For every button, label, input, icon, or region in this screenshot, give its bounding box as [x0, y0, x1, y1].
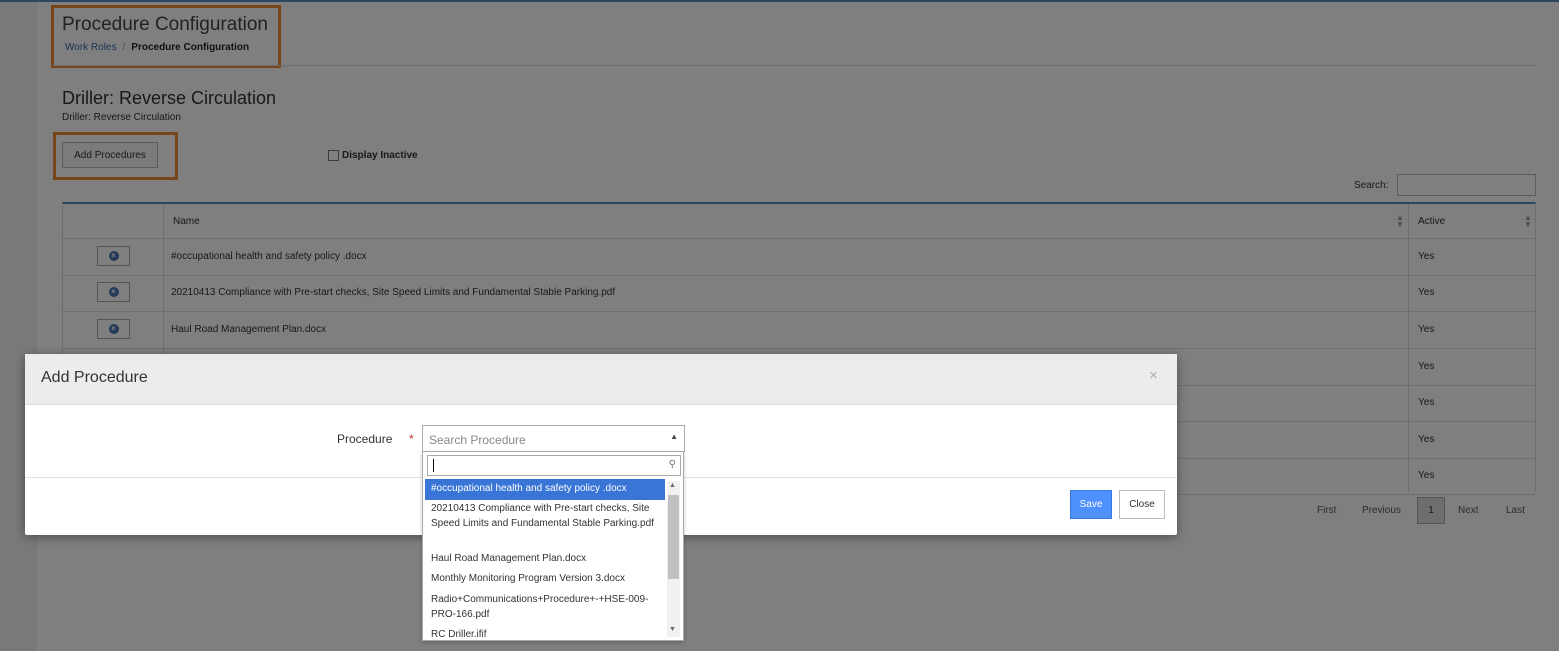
procedure-select-placeholder: Search Procedure [429, 433, 526, 447]
modal-backdrop[interactable] [0, 0, 1559, 651]
save-button[interactable]: Save [1070, 490, 1112, 519]
procedure-select[interactable]: Search Procedure ▲ [422, 425, 685, 452]
close-icon[interactable]: × [1149, 367, 1158, 384]
dropdown-option[interactable]: #occupational health and safety policy .… [425, 479, 665, 500]
text-cursor [433, 459, 434, 472]
dropdown-option[interactable]: RC Driller.ifif [425, 625, 665, 639]
dropdown-option[interactable]: Monthly Monitoring Program Version 3.doc… [425, 569, 665, 590]
dropdown-options-list: #occupational health and safety policy .… [425, 479, 665, 639]
dropdown-option[interactable]: 20210413 Compliance with Pre-start check… [425, 499, 665, 534]
close-button[interactable]: Close [1119, 490, 1165, 519]
chevron-up-icon: ▲ [670, 432, 678, 441]
procedure-field-label: Procedure [337, 432, 393, 446]
scroll-down-icon[interactable]: ▼ [669, 626, 676, 633]
scrollbar-thumb[interactable] [668, 495, 679, 579]
scroll-up-icon[interactable]: ▲ [669, 482, 676, 489]
dropdown-search-input[interactable]: ⚲ [427, 455, 681, 476]
search-icon: ⚲ [668, 459, 676, 470]
dropdown-scrollbar[interactable]: ▲ ▼ [667, 481, 680, 637]
procedure-dropdown: ⚲ #occupational health and safety policy… [422, 451, 684, 641]
modal-title: Add Procedure [41, 369, 148, 386]
dropdown-option[interactable]: Radio+Communications+Procedure+-+HSE-009… [425, 590, 665, 625]
dropdown-option[interactable]: Haul Road Management Plan.docx [425, 549, 665, 570]
modal-header: Add Procedure × [25, 354, 1177, 405]
required-marker: * [409, 432, 414, 446]
